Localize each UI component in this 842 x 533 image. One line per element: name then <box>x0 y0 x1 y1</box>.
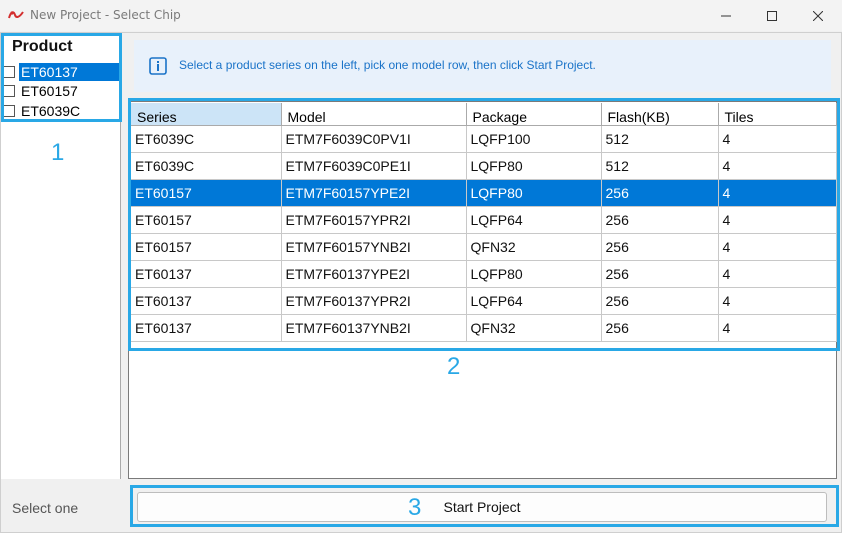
close-button[interactable] <box>795 0 841 31</box>
info-icon <box>149 57 167 75</box>
minimize-icon <box>721 15 731 16</box>
status-text: Select one <box>12 500 79 516</box>
annotation-number-2: 2 <box>447 353 461 380</box>
info-text: Select a product series on the left, pic… <box>179 58 596 72</box>
annotation-box-1 <box>1 33 122 122</box>
window-title: New Project - Select Chip <box>30 8 181 22</box>
annotation-box-3 <box>130 485 839 527</box>
app-logo-icon <box>8 11 24 19</box>
annotation-number-3: 3 <box>408 494 422 521</box>
close-icon <box>813 10 823 21</box>
annotation-box-2 <box>128 98 840 351</box>
maximize-icon <box>767 10 777 21</box>
annotation-number-1: 1 <box>51 139 65 166</box>
maximize-button[interactable] <box>749 0 795 31</box>
minimize-button[interactable] <box>703 0 749 31</box>
